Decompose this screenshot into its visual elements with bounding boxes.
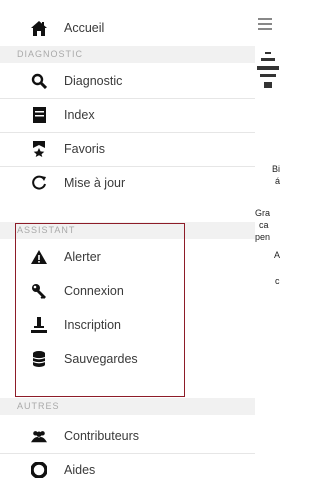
nav-item-home[interactable]: Accueil bbox=[0, 11, 255, 45]
nav-item-mise-a-jour-label: Mise à jour bbox=[64, 176, 126, 190]
menu-icon[interactable] bbox=[258, 18, 272, 30]
help-lifebuoy-icon bbox=[31, 462, 47, 478]
nav-item-mise-a-jour[interactable]: Mise à jour bbox=[0, 166, 255, 200]
peek-text: pen bbox=[255, 232, 271, 242]
section-header-diagnostic: DIAGNOSTIC bbox=[0, 46, 255, 63]
peek-text: c bbox=[275, 276, 280, 286]
nav-item-diagnostic-label: Diagnostic bbox=[64, 74, 123, 88]
peek-text: A bbox=[274, 250, 281, 260]
peek-text: á bbox=[275, 176, 281, 186]
nav-item-index[interactable]: Index bbox=[0, 98, 255, 132]
main-content-peek: Bi á Gra ca pen A c bbox=[255, 0, 281, 489]
group-icon bbox=[31, 428, 47, 444]
nav-item-favoris-label: Favoris bbox=[64, 142, 105, 156]
home-icon bbox=[31, 20, 47, 36]
book-icon bbox=[31, 107, 47, 123]
peek-text: Bi bbox=[272, 164, 281, 174]
section-header-autres: AUTRES bbox=[0, 398, 255, 415]
nav-item-contributeurs[interactable]: Contributeurs bbox=[0, 419, 255, 453]
nav-item-diagnostic[interactable]: Diagnostic bbox=[0, 64, 255, 98]
refresh-icon bbox=[31, 175, 47, 191]
nav-item-favoris[interactable]: Favoris bbox=[0, 132, 255, 166]
nav-item-home-label: Accueil bbox=[64, 21, 105, 35]
logo-icon bbox=[257, 52, 279, 88]
navigation-drawer: Accueil DIAGNOSTIC Diagnostic Index Favo… bbox=[0, 0, 255, 489]
nav-item-index-label: Index bbox=[64, 108, 95, 122]
nav-item-contributeurs-label: Contributeurs bbox=[64, 429, 140, 443]
peek-text: ca bbox=[259, 220, 269, 230]
nav-item-aides-label: Aides bbox=[64, 463, 96, 477]
nav-item-aides[interactable]: Aides bbox=[0, 453, 255, 487]
bookmark-star-icon bbox=[31, 141, 47, 157]
search-icon bbox=[31, 73, 47, 89]
peek-text: Gra bbox=[255, 208, 271, 218]
highlight-box bbox=[15, 223, 185, 397]
